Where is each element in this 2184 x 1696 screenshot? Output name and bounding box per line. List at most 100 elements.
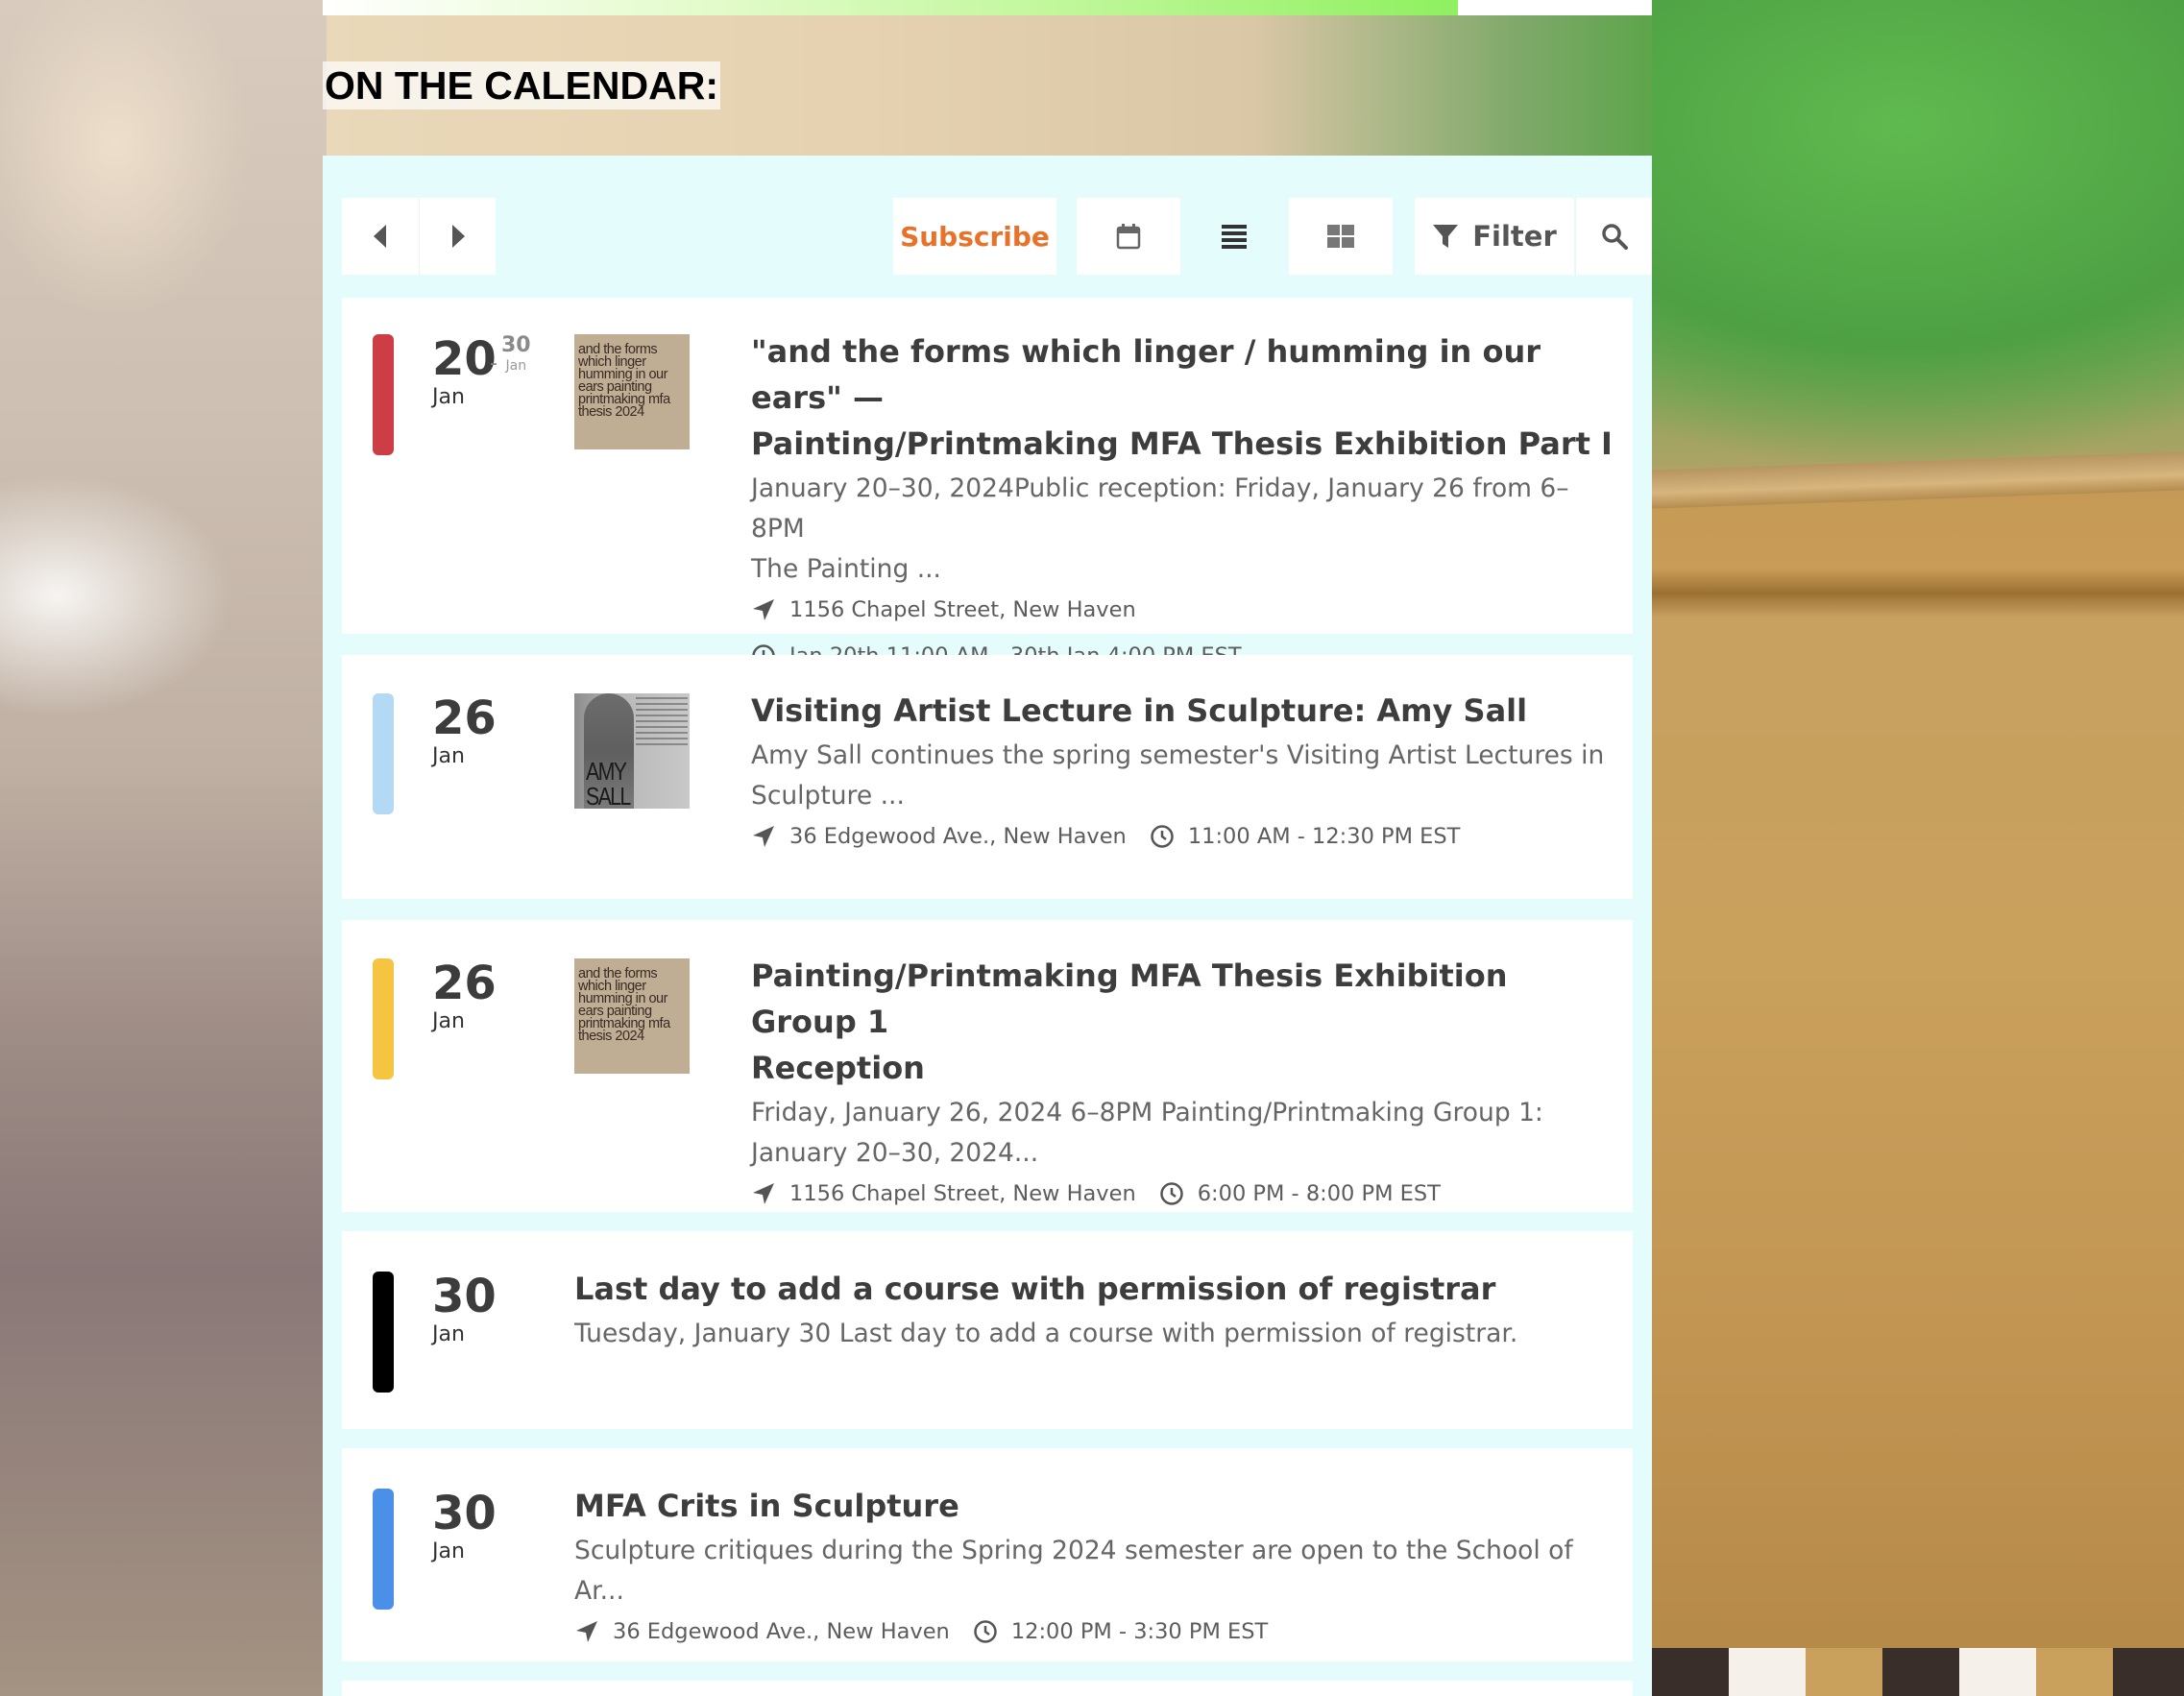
location-arrow-icon	[753, 826, 774, 847]
event-meta-row: 36 Edgewood Ave., New Haven 11:00 AM - 1…	[751, 820, 1615, 853]
event-content: Visiting Artist Lecture in Sculpture: Am…	[751, 688, 1615, 853]
event-description: Tuesday, January 30 Last day to add a co…	[574, 1319, 1518, 1348]
event-end-date: - 30 Jan	[490, 333, 531, 376]
event-card[interactable]: 30 Jan MFA Crits in Sculpture Sculpture …	[342, 1448, 1633, 1661]
event-location: 1156 Chapel Street, New Haven	[789, 597, 1136, 622]
event-title-line: Reception	[751, 1050, 925, 1086]
event-title[interactable]: "and the forms which linger / humming in…	[751, 328, 1615, 467]
location-arrow-icon	[753, 599, 774, 620]
event-start-date: 26 Jan	[432, 693, 497, 770]
event-time: 6:00 PM - 8:00 PM EST	[1197, 1181, 1441, 1206]
event-location-row: 1156 Chapel Street, New Haven	[751, 594, 1615, 626]
event-card[interactable]: 20 Jan - 30 Jan and the forms which ling…	[342, 298, 1633, 668]
prev-button[interactable]	[342, 198, 419, 275]
location-arrow-icon	[576, 1621, 597, 1642]
event-color-bar	[373, 1272, 394, 1393]
event-title-line: "and the forms which linger / humming in…	[751, 333, 1541, 416]
search-button[interactable]	[1575, 198, 1652, 275]
event-description-line: Sculpture ...	[751, 781, 905, 811]
event-content: Painting/Printmaking MFA Thesis Exhibiti…	[751, 953, 1615, 1210]
date-range-dash: -	[490, 351, 497, 376]
event-description-line: The Painting ...	[751, 554, 941, 584]
event-thumbnail[interactable]: and the forms which linger humming in ou…	[574, 334, 690, 449]
event-meta-row: 1156 Chapel Street, New Haven 6:00 PM - …	[751, 1177, 1615, 1210]
event-color-bar	[373, 1489, 394, 1610]
grid-icon	[1327, 225, 1354, 248]
event-card[interactable]: 26 Jan AMY SALL Visiting Artist Lecture …	[342, 655, 1633, 899]
event-location: 36 Edgewood Ave., New Haven	[789, 824, 1127, 849]
event-content: MFA Crits in Sculpture Sculpture critiqu…	[574, 1483, 1612, 1648]
caret-left-icon	[374, 225, 386, 248]
event-description: Amy Sall continues the spring semester's…	[751, 736, 1615, 816]
event-description-line: January 20–30, 2024...	[751, 1138, 1039, 1168]
event-day: 26	[432, 691, 497, 745]
event-thumbnail[interactable]: and the forms which linger humming in ou…	[574, 958, 690, 1074]
event-start-date: 30 Jan	[432, 1489, 497, 1565]
event-color-bar	[373, 958, 394, 1079]
event-month: Jan	[432, 1009, 465, 1033]
event-title[interactable]: Visiting Artist Lecture in Sculpture: Am…	[751, 688, 1615, 734]
month-view-button[interactable]	[1077, 198, 1180, 275]
filter-button[interactable]: Filter	[1415, 198, 1574, 275]
event-start-date: 20 Jan	[432, 334, 497, 411]
background-left	[0, 0, 327, 1696]
event-title[interactable]: Last day to add a course with permission…	[574, 1266, 1612, 1312]
location-arrow-icon	[753, 1183, 774, 1204]
event-day: 30	[432, 1270, 497, 1323]
event-start-date: 26 Jan	[432, 958, 497, 1035]
event-start-date: 30 Jan	[432, 1272, 497, 1348]
subscribe-label: Subscribe	[900, 220, 1050, 253]
event-color-bar	[373, 693, 394, 814]
filter-label: Filter	[1472, 220, 1557, 253]
event-title[interactable]: MFA Crits in Sculpture	[574, 1483, 1612, 1529]
event-description-line: January 20–30, 2024Public reception: Fri…	[751, 473, 1569, 544]
list-view-button[interactable]	[1182, 198, 1286, 275]
thumbnail-text: AMY SALL	[586, 757, 631, 809]
event-month: Jan	[432, 385, 465, 409]
subscribe-button[interactable]: Subscribe	[893, 198, 1056, 275]
event-time: 12:00 PM - 3:30 PM EST	[1010, 1619, 1269, 1644]
thumbnail-text: and the forms which linger humming in ou…	[578, 966, 670, 1044]
event-end-month: Jan	[505, 358, 527, 374]
event-card-partial[interactable]	[342, 1681, 1633, 1696]
scroll-progress-bar	[323, 0, 1652, 15]
event-day: 30	[432, 1487, 497, 1540]
event-location: 36 Edgewood Ave., New Haven	[613, 1619, 950, 1644]
filter-icon	[1433, 225, 1459, 248]
event-card[interactable]: 26 Jan and the forms which linger hummin…	[342, 920, 1633, 1212]
event-day: 26	[432, 957, 497, 1010]
clock-icon	[1151, 825, 1174, 848]
event-meta-row: 36 Edgewood Ave., New Haven 12:00 PM - 3…	[574, 1615, 1612, 1648]
grid-view-button[interactable]	[1289, 198, 1393, 275]
scroll-progress-fill	[323, 0, 1458, 15]
event-thumbnail[interactable]: AMY SALL	[574, 693, 690, 809]
calendar-toolbar: Subscribe Filter	[342, 198, 1652, 275]
thumbnail-text: and the forms which linger humming in ou…	[578, 342, 670, 420]
event-day: 20	[432, 332, 497, 386]
event-color-bar	[373, 334, 394, 455]
event-month: Jan	[432, 1539, 465, 1563]
caret-right-icon	[451, 225, 465, 248]
event-location: 1156 Chapel Street, New Haven	[789, 1181, 1136, 1206]
event-content: "and the forms which linger / humming in…	[751, 328, 1615, 672]
background-cardboard-box	[1652, 471, 2184, 1696]
event-month: Jan	[432, 744, 465, 768]
event-description: Friday, January 26, 2024 6–8PM Painting/…	[751, 1093, 1615, 1174]
clock-icon	[974, 1620, 997, 1643]
event-title-line: Painting/Printmaking MFA Thesis Exhibiti…	[751, 425, 1613, 462]
event-content: Last day to add a course with permission…	[574, 1266, 1612, 1354]
event-title-line: Painting/Printmaking MFA Thesis Exhibiti…	[751, 957, 1508, 1040]
next-button[interactable]	[419, 198, 496, 275]
event-title[interactable]: Painting/Printmaking MFA Thesis Exhibiti…	[751, 953, 1615, 1091]
event-description: January 20–30, 2024Public reception: Fri…	[751, 469, 1615, 590]
thumbnail-fine-print	[636, 697, 688, 749]
calendar-widget: Subscribe Filter 20 Jan - 30 Jan and the…	[323, 156, 1652, 1696]
search-icon	[1601, 224, 1628, 250]
page-heading: ON THE CALENDAR:	[323, 61, 720, 109]
event-description-line: Amy Sall continues the spring semester's…	[751, 740, 1605, 770]
event-card[interactable]: 30 Jan Last day to add a course with per…	[342, 1231, 1633, 1429]
event-description-line: Friday, January 26, 2024 6–8PM Painting/…	[751, 1098, 1543, 1127]
event-month: Jan	[432, 1322, 465, 1346]
event-end-day: 30	[501, 333, 531, 357]
calendar-icon	[1116, 224, 1141, 250]
